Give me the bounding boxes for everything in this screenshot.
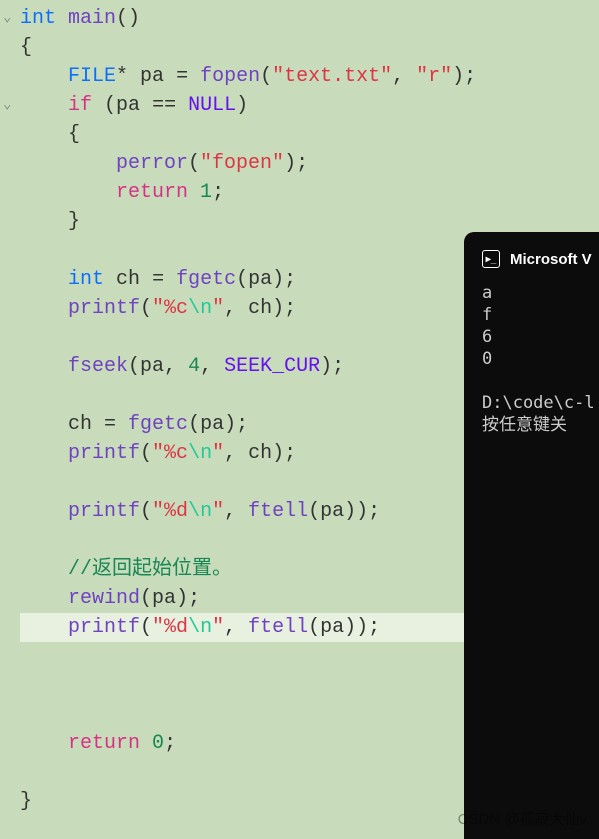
code-line[interactable]: return 1;: [20, 178, 599, 207]
terminal-output[interactable]: af60 D:\code\c-l按任意键关: [482, 282, 599, 436]
fold-marker-icon[interactable]: ⌄: [3, 4, 15, 33]
terminal-title: Microsoft V: [510, 251, 592, 268]
code-line[interactable]: {: [20, 33, 599, 62]
output-line: f: [482, 304, 599, 326]
terminal-window[interactable]: ▸_ Microsoft V af60 D:\code\c-l按任意键关: [464, 232, 599, 839]
code-line[interactable]: FILE* pa = fopen("text.txt", "r");: [20, 62, 599, 91]
terminal-titlebar[interactable]: ▸_ Microsoft V: [482, 250, 599, 268]
code-line[interactable]: {: [20, 120, 599, 149]
watermark: CSDN @孤寂大仙v: [458, 808, 587, 829]
output-line: D:\code\c-l: [482, 392, 599, 414]
code-line[interactable]: if (pa == NULL): [20, 91, 599, 120]
code-line[interactable]: int main(): [20, 4, 599, 33]
code-line[interactable]: perror("fopen");: [20, 149, 599, 178]
terminal-icon: ▸_: [482, 250, 500, 268]
fold-marker-icon[interactable]: ⌄: [3, 91, 15, 120]
output-line: 6: [482, 326, 599, 348]
output-line: 0: [482, 348, 599, 370]
output-line: 按任意键关: [482, 414, 599, 436]
output-line: a: [482, 282, 599, 304]
